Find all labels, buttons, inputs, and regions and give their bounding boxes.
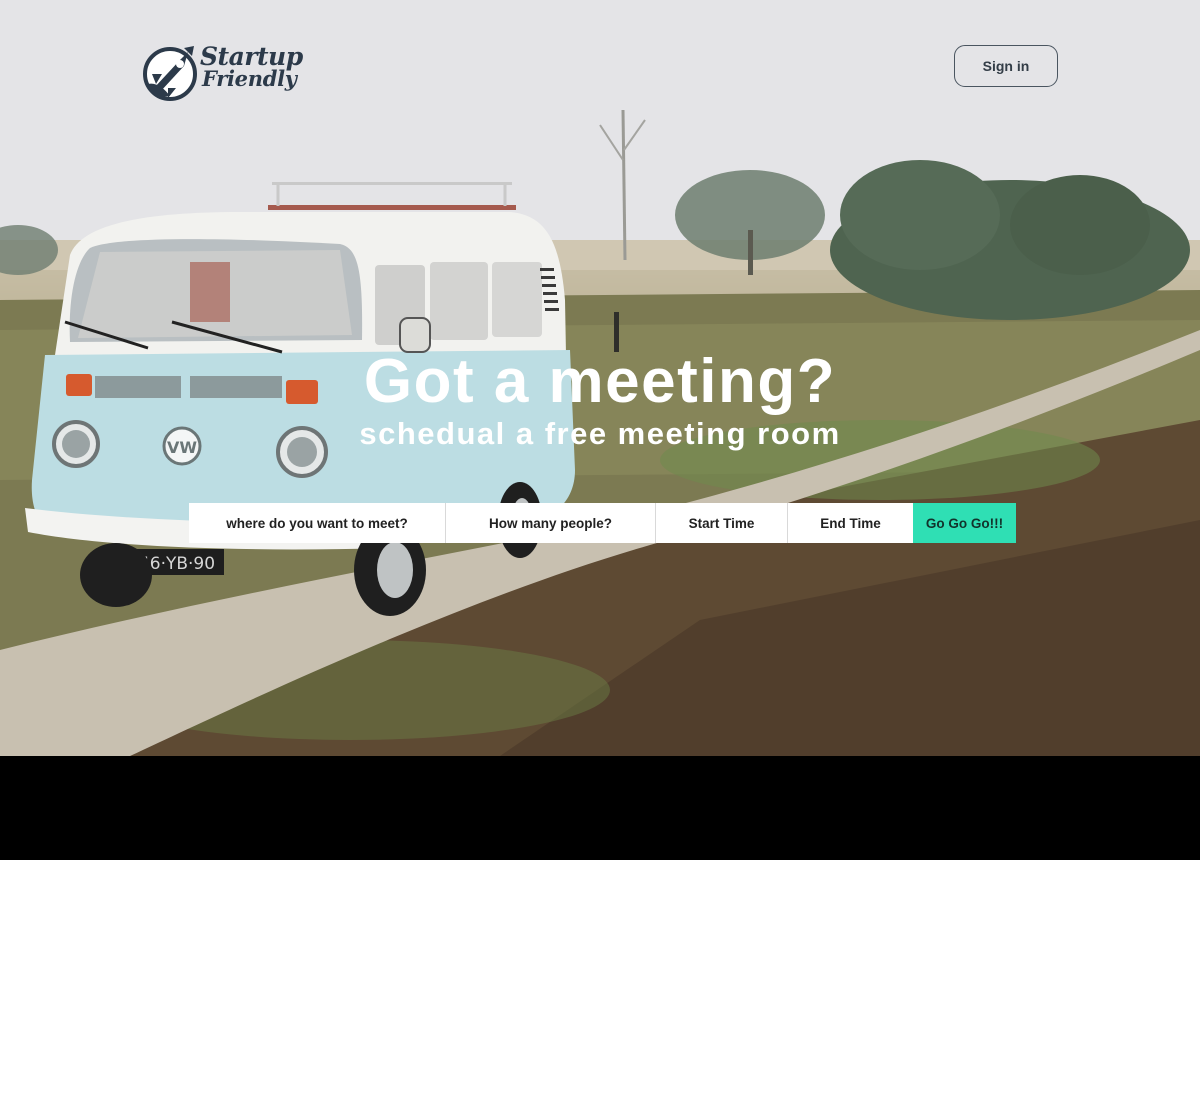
search-submit-button[interactable]: Go Go Go!!! <box>913 503 1016 543</box>
end-time-input[interactable]: End Time <box>788 503 913 543</box>
page-content-area <box>0 860 1200 1111</box>
logo[interactable]: Startup Friendly <box>142 44 312 104</box>
hero-headline: Got a meeting? <box>363 347 837 416</box>
people-count-input[interactable]: How many people? <box>446 503 656 543</box>
hero-section: VW 46·YB·90 Startup Friendly Sign in Got… <box>0 0 1200 756</box>
location-input[interactable]: where do you want to meet? <box>189 503 446 543</box>
logo-line1: Startup <box>200 42 303 71</box>
logo-line2: Friendly <box>202 66 297 91</box>
rocket-icon <box>143 46 197 101</box>
logo-wordmark: Startup Friendly <box>200 42 303 91</box>
sign-in-button[interactable]: Sign in <box>954 45 1058 87</box>
start-time-input[interactable]: Start Time <box>656 503 788 543</box>
hero-subheadline: schedual a free meeting room <box>359 416 841 451</box>
meeting-search-bar: where do you want to meet? How many peop… <box>189 503 1016 543</box>
black-band <box>0 756 1200 860</box>
